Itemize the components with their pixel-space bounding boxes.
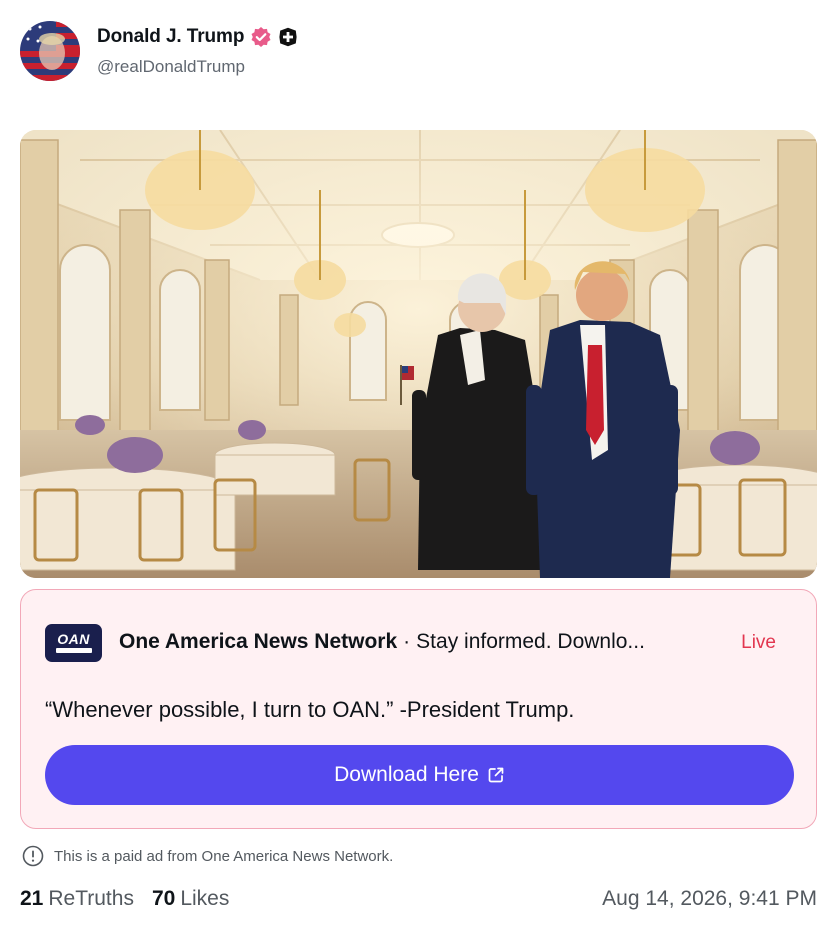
live-label: Live xyxy=(741,632,776,653)
paid-ad-text: This is a paid ad from One America News … xyxy=(54,847,394,865)
ad-source-name[interactable]: One America News Network xyxy=(119,630,397,654)
info-icon xyxy=(22,845,44,867)
post-image[interactable] xyxy=(20,130,817,578)
plus-badge-icon xyxy=(279,27,297,46)
retruths-label: ReTruths xyxy=(48,887,134,910)
ad-tagline: Stay informed. Downlo... xyxy=(416,630,645,653)
oan-logo: OAN xyxy=(45,624,102,662)
post-footer: 21 ReTruths 70 Likes Aug 14, 2026, 9:41 … xyxy=(20,885,817,913)
post-timestamp[interactable]: Aug 14, 2026, 9:41 PM xyxy=(602,887,817,911)
ad-card[interactable]: OAN One America News Network · Stay info… xyxy=(20,589,817,829)
handle[interactable]: @realDonaldTrump xyxy=(97,57,298,77)
ad-quote: “Whenever possible, I turn to OAN.” -Pre… xyxy=(45,697,575,722)
display-name[interactable]: Donald J. Trump xyxy=(97,26,244,48)
post-header: Donald J. Trump @realDonaldTrump xyxy=(20,20,298,82)
download-button[interactable]: Download Here xyxy=(45,745,794,805)
likes-count: 70 xyxy=(151,887,176,910)
oan-logo-bar xyxy=(55,648,92,653)
author-info: Donald J. Trump @realDonaldTrump xyxy=(97,26,298,77)
ballroom-illustration xyxy=(20,130,817,578)
oan-logo-text: OAN xyxy=(57,631,90,647)
external-link-icon xyxy=(488,767,504,783)
avatar[interactable] xyxy=(20,21,80,81)
avatar-image xyxy=(20,21,80,81)
paid-ad-note: This is a paid ad from One America News … xyxy=(22,845,393,867)
verified-badge-icon xyxy=(251,26,271,47)
retruths-count: 21 xyxy=(20,887,44,910)
likes-stat[interactable]: 70 Likes xyxy=(152,887,229,911)
download-button-label: Download Here xyxy=(334,763,479,786)
likes-label: Likes xyxy=(180,887,230,910)
ad-title-row: One America News Network · Stay informed… xyxy=(119,630,719,654)
retruths-stat[interactable]: 21 ReTruths xyxy=(20,887,134,911)
ad-separator: · xyxy=(403,630,411,653)
